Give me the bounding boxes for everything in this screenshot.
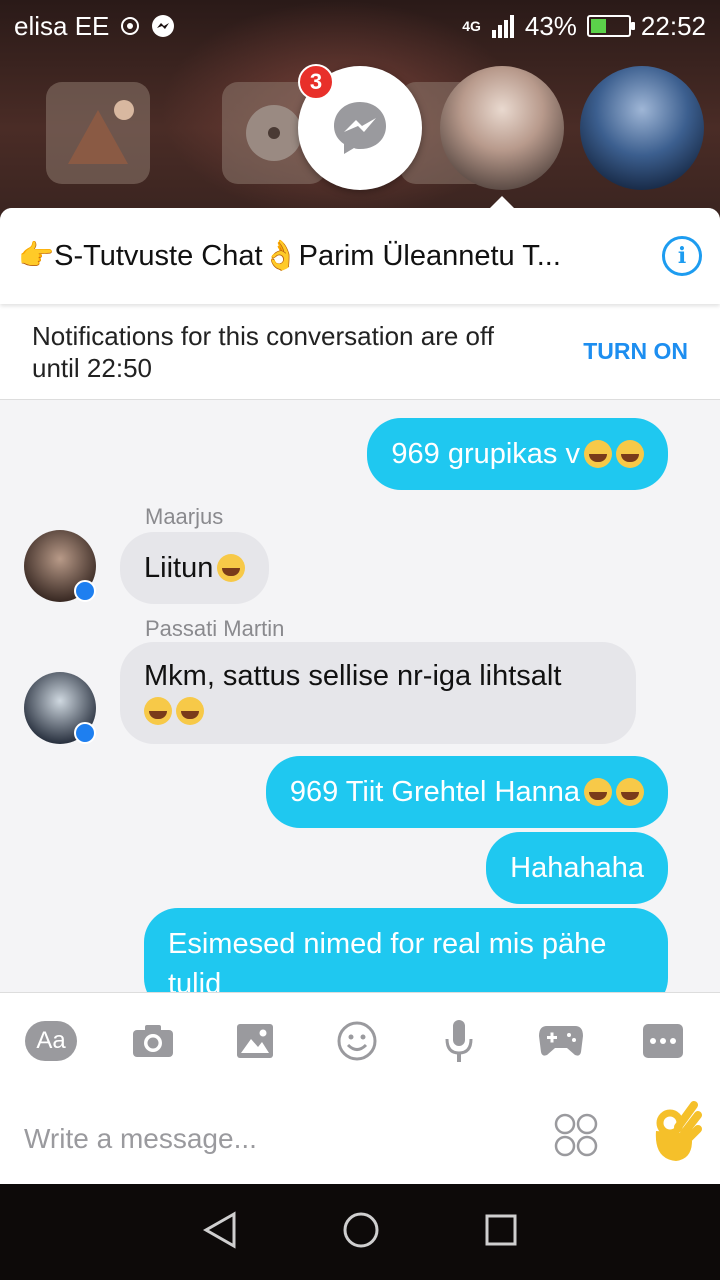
turn-on-button[interactable]: TURN ON: [583, 338, 688, 365]
recents-icon[interactable]: [484, 1213, 518, 1252]
smiley-icon[interactable]: [330, 1021, 384, 1061]
clock: 22:52: [640, 10, 706, 41]
messenger-badge-icon: [74, 722, 96, 744]
signal-icon: [491, 14, 515, 38]
message-outgoing[interactable]: Esimesed nimed for real mis pähe tulid: [144, 908, 668, 992]
unread-badge: 3: [298, 64, 334, 100]
message-text: Liitun: [144, 551, 214, 584]
app-tile-gallery: [46, 82, 150, 184]
image-icon[interactable]: [228, 1021, 282, 1061]
chat-panel: 👉S-Tutvuste Chat👌Parim Üleannetu T... i …: [0, 208, 720, 1184]
gamepad-icon[interactable]: [534, 1021, 588, 1061]
navigation-bar: [0, 1184, 720, 1280]
messenger-notification-icon: [151, 14, 175, 38]
message-text: 969 grupikas v: [391, 437, 580, 470]
tears-of-joy-emoji: [217, 554, 246, 582]
aa-label: Aa: [25, 1021, 77, 1061]
message-outgoing[interactable]: 969 Tiit Grehtel Hanna: [265, 756, 668, 828]
sender-name: Passati Martin: [145, 616, 285, 641]
mute-notice-text: Notifications for this conversation are …: [32, 320, 494, 383]
mute-notice: Notifications for this conversation are …: [0, 304, 720, 400]
message-input[interactable]: Write a message...: [24, 1123, 257, 1155]
composer: Aa Write a message...: [0, 992, 720, 1184]
text-format-icon[interactable]: Aa: [24, 1021, 78, 1061]
carrier-label: elisa EE: [14, 10, 110, 41]
battery-icon: [586, 15, 635, 37]
tears-of-joy-emoji: [584, 778, 612, 806]
ok-hand-emoji-button[interactable]: [642, 1097, 702, 1165]
status-bar: elisa EE 4G 43% 22:52: [0, 0, 720, 52]
message-text: Hahahaha: [510, 851, 644, 884]
info-icon[interactable]: i: [662, 236, 702, 276]
network-type: 4G: [462, 18, 481, 34]
message-incoming[interactable]: Mkm, sattus sellise nr-iga lihtsalt: [120, 642, 636, 744]
camera-icon[interactable]: [126, 1021, 180, 1061]
conversation-header: 👉S-Tutvuste Chat👌Parim Üleannetu T... i: [0, 208, 720, 304]
back-icon[interactable]: [202, 1210, 238, 1254]
chat-head-group-avatar[interactable]: [440, 66, 564, 190]
sender-name: Maarjus: [145, 504, 224, 529]
chat-head-contact-avatar[interactable]: [580, 66, 704, 190]
home-icon[interactable]: [341, 1210, 381, 1255]
message-text: 969 Tiit Grehtel Hanna: [289, 775, 580, 808]
message-text: Esimesed nimed for real mis pähe tulid: [168, 928, 607, 992]
location-icon: [119, 15, 141, 37]
sticker-icon[interactable]: [554, 1113, 598, 1157]
battery-fill: [590, 19, 607, 33]
tears-of-joy-emoji: [176, 697, 204, 726]
message-list: 969 grupikas v Maarjus Liitun Passati Ma…: [0, 400, 720, 992]
messenger-icon: [334, 102, 386, 154]
battery-percent: 43%: [524, 10, 577, 41]
message-incoming[interactable]: Liitun: [120, 532, 270, 604]
messenger-badge-icon: [74, 580, 96, 602]
tears-of-joy-emoji: [616, 778, 644, 806]
message-text: Mkm, sattus sellise nr-iga lihtsalt: [144, 660, 562, 692]
more-icon[interactable]: [636, 1021, 690, 1061]
tears-of-joy-emoji: [616, 440, 644, 468]
tears-of-joy-emoji: [144, 697, 172, 726]
message-outgoing[interactable]: Hahahaha: [486, 832, 668, 904]
tears-of-joy-emoji: [584, 440, 612, 468]
conversation-title[interactable]: 👉S-Tutvuste Chat👌Parim Üleannetu T...: [18, 239, 608, 273]
message-outgoing[interactable]: 969 grupikas v: [367, 418, 668, 490]
microphone-icon[interactable]: [432, 1020, 486, 1062]
